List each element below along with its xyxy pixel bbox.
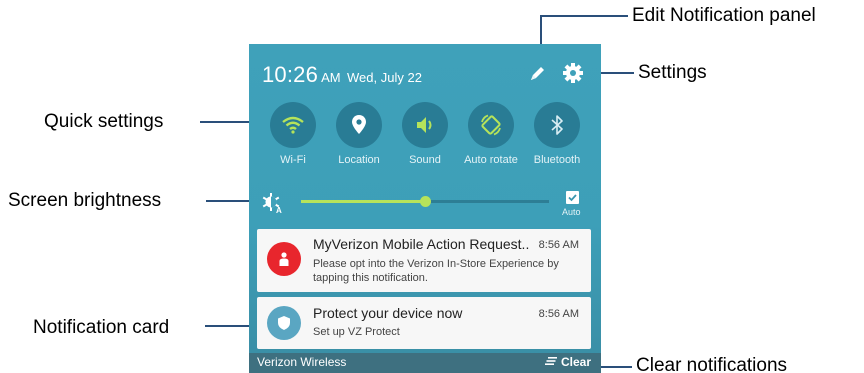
brightness-slider[interactable] bbox=[301, 196, 549, 207]
brightness-auto-icon: A bbox=[261, 192, 285, 215]
clock-time: 10:26 bbox=[262, 62, 319, 87]
qs-location[interactable]: Location bbox=[334, 102, 384, 167]
bluetooth-icon bbox=[534, 102, 580, 148]
status-row: 10:26 AM Wed, July 22 bbox=[262, 62, 422, 87]
notification-time: 8:56 AM bbox=[538, 239, 579, 251]
edit-pencil-icon[interactable] bbox=[528, 64, 548, 82]
callout-line-notification-card bbox=[205, 325, 253, 327]
qs-sound-label: Sound bbox=[409, 154, 441, 166]
qs-auto-rotate-label: Auto rotate bbox=[464, 154, 518, 166]
sound-icon bbox=[402, 102, 448, 148]
callout-settings: Settings bbox=[638, 62, 707, 83]
qs-auto-rotate[interactable]: Auto rotate bbox=[464, 102, 518, 167]
clear-list-icon bbox=[544, 355, 557, 369]
svg-text:A: A bbox=[276, 206, 282, 214]
callout-notification-card: Notification card bbox=[33, 317, 170, 338]
carrier-name: Verizon Wireless bbox=[257, 355, 347, 369]
clear-button[interactable]: Clear bbox=[544, 355, 591, 369]
qs-location-label: Location bbox=[338, 154, 380, 166]
notification-title: MyVerizon Mobile Action Request.. bbox=[313, 236, 530, 252]
callout-line-edit bbox=[540, 15, 628, 17]
wifi-icon bbox=[270, 102, 316, 148]
clock-ampm: AM bbox=[321, 70, 341, 85]
brightness-slider-thumb[interactable] bbox=[420, 196, 431, 207]
auto-rotate-icon bbox=[468, 102, 514, 148]
notification-card-myverizon[interactable]: MyVerizon Mobile Action Request.. 8:56 A… bbox=[257, 229, 591, 292]
gear-icon[interactable] bbox=[562, 62, 584, 84]
brightness-auto-checkbox[interactable] bbox=[566, 191, 579, 204]
brightness-auto-label: Auto bbox=[562, 207, 581, 217]
qs-wifi[interactable]: Wi-Fi bbox=[268, 102, 318, 167]
qs-bluetooth[interactable]: Bluetooth bbox=[532, 102, 582, 167]
callout-quick-settings: Quick settings bbox=[44, 111, 164, 132]
notification-title: Protect your device now bbox=[313, 305, 463, 321]
notification-body: Set up VZ Protect bbox=[313, 326, 400, 338]
notification-panel: 10:26 AM Wed, July 22 Wi-Fi Location Sou… bbox=[249, 44, 601, 373]
status-date: Wed, July 22 bbox=[347, 70, 422, 85]
callout-line-brightness bbox=[206, 200, 253, 202]
callout-line-quick-settings bbox=[200, 121, 252, 123]
location-icon bbox=[336, 102, 382, 148]
bottom-bar: Verizon Wireless Clear bbox=[249, 353, 601, 373]
clear-label: Clear bbox=[560, 355, 591, 369]
callout-screen-brightness: Screen brightness bbox=[8, 190, 162, 211]
person-icon bbox=[267, 242, 301, 276]
notification-body: Please opt into the Verizon In-Store Exp… bbox=[313, 258, 559, 284]
qs-wifi-label: Wi-Fi bbox=[280, 154, 306, 166]
callout-edit-notification-panel: Edit Notification panel bbox=[632, 5, 816, 26]
callout-clear-notifications: Clear notifications bbox=[636, 355, 788, 373]
brightness-slider-fill bbox=[301, 200, 425, 203]
qs-bluetooth-label: Bluetooth bbox=[533, 154, 581, 166]
shield-icon bbox=[267, 306, 301, 340]
qs-sound[interactable]: Sound bbox=[400, 102, 450, 167]
notification-card-vz-protect[interactable]: Protect your device now 8:56 AM Set up V… bbox=[257, 297, 591, 349]
notification-time: 8:56 AM bbox=[538, 308, 579, 320]
callout-line-clear bbox=[596, 366, 632, 368]
